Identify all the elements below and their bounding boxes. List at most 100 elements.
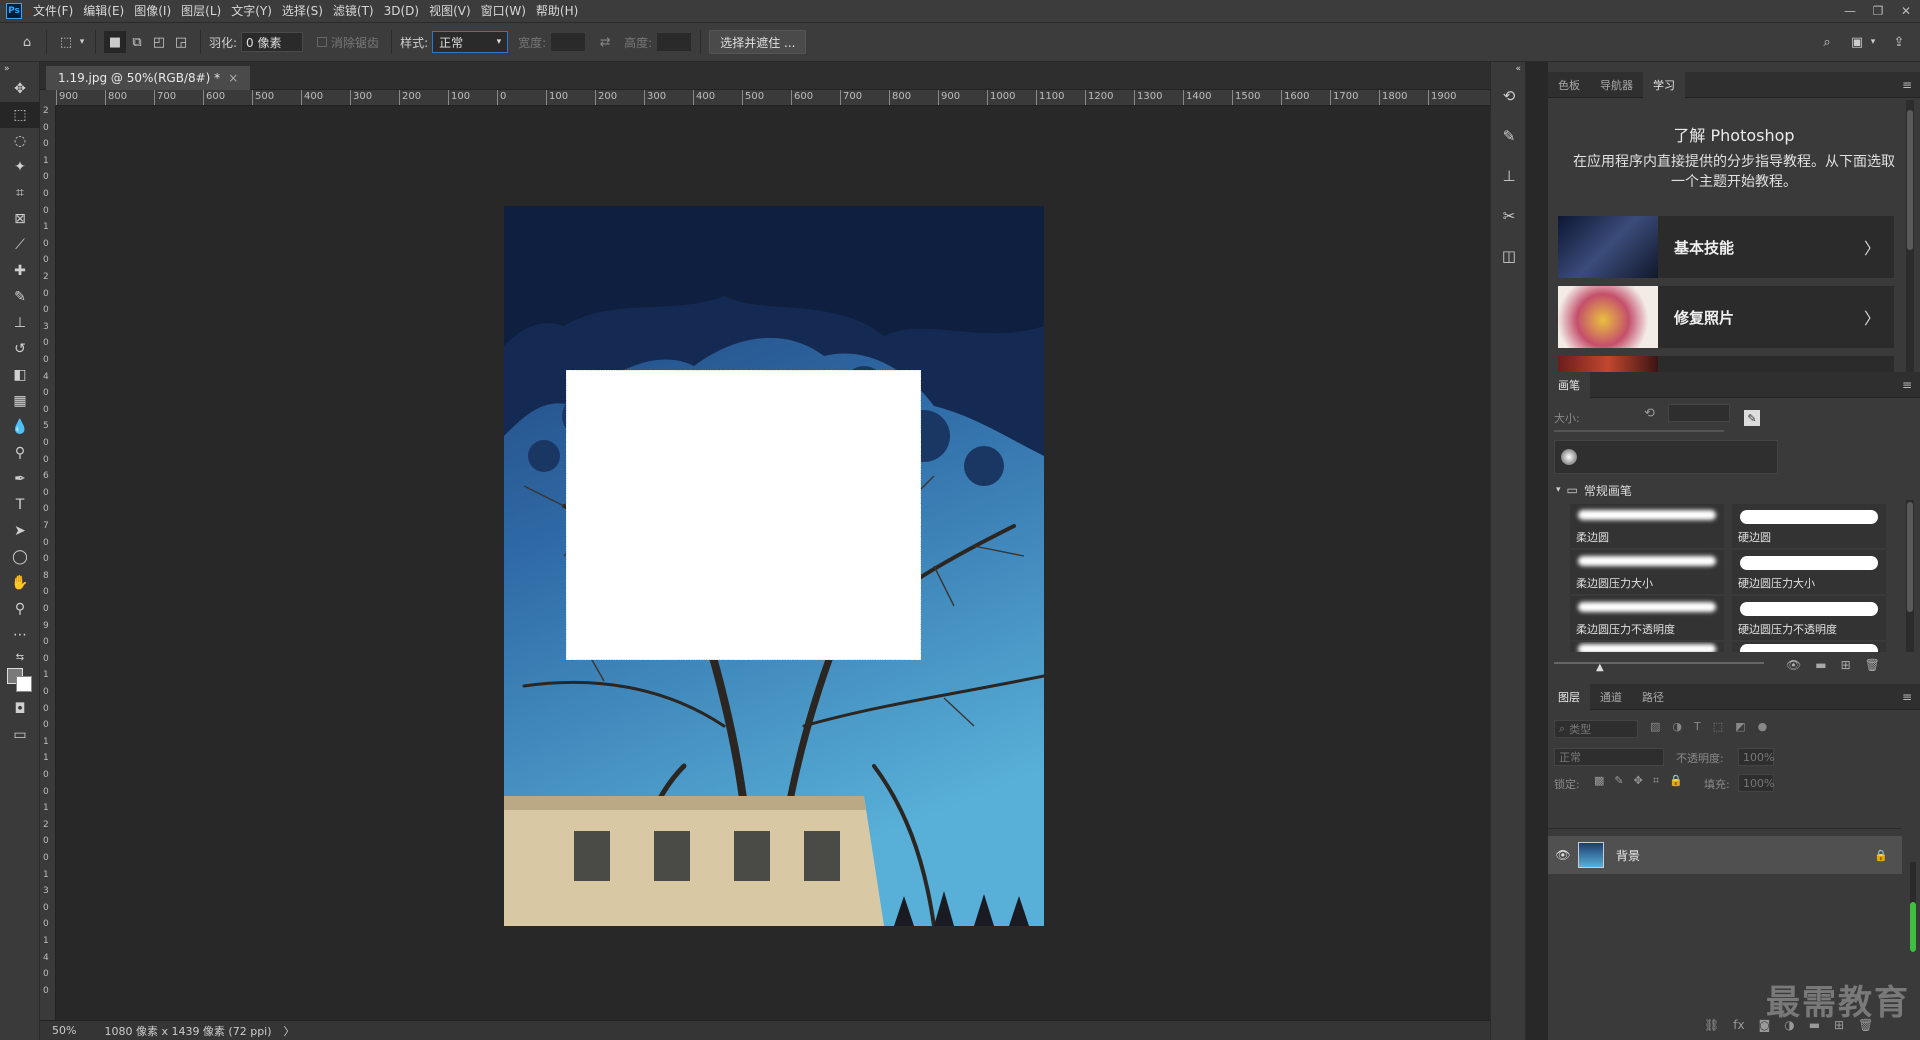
brush-preview-slider[interactable] (1554, 662, 1764, 664)
frame-tool-icon[interactable]: ⊠ (0, 206, 40, 232)
ruler-origin[interactable] (40, 90, 56, 106)
history-brush-tool-icon[interactable]: ↺ (0, 336, 40, 362)
crop-tool-icon[interactable]: ⌗ (0, 180, 40, 206)
chevron-down-icon[interactable]: ▾ (1868, 31, 1878, 53)
brush-scrollbar[interactable] (1906, 500, 1914, 652)
lock-transparent-icon[interactable]: ▩ (1594, 774, 1604, 788)
reset-size-icon[interactable]: ⟲ (1644, 406, 1655, 421)
brush-group-header[interactable]: ▾ ▭ 常规画笔 (1548, 480, 1912, 500)
healing-brush-tool-icon[interactable]: ✚ (0, 258, 40, 284)
zoom-level[interactable]: 50% (52, 1024, 76, 1037)
menu-image[interactable]: 图像(I) (129, 0, 176, 22)
color-swatches[interactable] (0, 666, 40, 696)
menu-select[interactable]: 选择(S) (277, 0, 328, 22)
brush-size-input[interactable] (1668, 404, 1730, 422)
path-selection-tool-icon[interactable]: ➤ (0, 518, 40, 544)
eraser-tool-icon[interactable]: ◧ (0, 362, 40, 388)
brush-settings-panel-icon[interactable]: ✎ (1491, 116, 1527, 156)
brush-preset[interactable]: 柔边圆压力不透明度 (1570, 596, 1724, 640)
home-icon[interactable]: ⌂ (16, 31, 38, 53)
status-menu-arrow-icon[interactable]: 〉 (284, 1023, 295, 1039)
panel-menu-icon[interactable]: ≡ (1902, 690, 1912, 704)
close-window-button[interactable]: ✕ (1892, 0, 1920, 22)
blur-tool-icon[interactable]: 💧 (0, 414, 40, 440)
eyedropper-tool-icon[interactable]: ⟋ (0, 232, 40, 258)
opacity-input[interactable]: 100% (1738, 748, 1774, 766)
selection-white-fill[interactable] (566, 370, 921, 660)
intersect-selection-icon[interactable]: ◲ (170, 31, 192, 53)
menu-type[interactable]: 文字(Y) (226, 0, 277, 22)
filter-toggle-icon[interactable]: ● (1758, 720, 1768, 733)
link-layers-icon[interactable]: ⛓ (1704, 1018, 1719, 1032)
menu-filter[interactable]: 滤镜(T) (328, 0, 379, 22)
learn-card-fix-photo[interactable]: 修复照片 〉 (1558, 286, 1894, 348)
rectangular-marquee-tool-icon[interactable]: ⬚ (0, 102, 40, 128)
brush-preset[interactable]: 硬边圆压力不透明度 (1732, 596, 1886, 640)
tab-learn[interactable]: 学习 (1643, 71, 1685, 98)
close-tab-icon[interactable]: × (228, 71, 238, 85)
history-panel-icon[interactable]: ⟲ (1491, 76, 1527, 116)
height-input[interactable] (656, 32, 693, 52)
magic-wand-tool-icon[interactable]: ✦ (0, 154, 40, 180)
brush-preset[interactable]: 柔边圆压力大小 (1570, 550, 1724, 594)
swap-colors-icon[interactable]: ⇆ (0, 648, 40, 666)
lock-all-icon[interactable]: 🔒 (1669, 774, 1683, 788)
blend-mode-select[interactable]: 正常 (1554, 748, 1664, 766)
learn-scroll-thumb[interactable] (1907, 110, 1913, 250)
brush-scroll-thumb[interactable] (1907, 502, 1913, 612)
layers-scroll-thumb[interactable] (1910, 902, 1916, 952)
filter-adjustment-icon[interactable]: ◑ (1672, 720, 1682, 733)
type-tool-icon[interactable]: T (0, 492, 40, 518)
slider-thumb-icon[interactable]: ▲ (1596, 662, 1604, 673)
brush-edit-icon[interactable]: ✎ (1744, 410, 1760, 426)
collapse-icons-icon[interactable]: « (1491, 62, 1527, 76)
horizontal-ruler[interactable]: 900 800 700 600 500 400 300 200 100 0 100 200 300 400… (56, 90, 1490, 106)
tab-brushes[interactable]: 画笔 (1548, 371, 1590, 398)
subtract-selection-icon[interactable]: ◰ (148, 31, 170, 53)
learn-card-basic-skills[interactable]: 基本技能 〉 (1558, 216, 1894, 278)
document-tab[interactable]: 1.19.jpg @ 50%(RGB/8#) * × (46, 66, 251, 90)
brush-preset[interactable] (1732, 642, 1886, 652)
minimize-button[interactable]: — (1836, 0, 1864, 22)
width-input[interactable] (550, 32, 587, 52)
tab-paths[interactable]: 路径 (1632, 684, 1674, 710)
new-selection-icon[interactable]: ■ (104, 31, 126, 53)
select-and-mask-button[interactable]: 选择并遮住 ... (709, 30, 807, 54)
fill-input[interactable]: 100% (1738, 774, 1774, 792)
share-icon[interactable]: ⇪ (1888, 31, 1910, 53)
swap-icon[interactable]: ⇄ (594, 31, 616, 53)
style-select[interactable]: 正常 ▾ (432, 31, 509, 53)
filter-pixel-icon[interactable]: ▨ (1650, 720, 1660, 733)
tab-navigator[interactable]: 导航器 (1590, 72, 1643, 98)
zoom-tool-icon[interactable]: ⚲ (0, 596, 40, 622)
clone-source-panel-icon[interactable]: ⊥ (1491, 156, 1527, 196)
collapse-toolbar-icon[interactable]: » (0, 62, 40, 76)
tool-presets-panel-icon[interactable]: ✂ (1491, 196, 1527, 236)
add-selection-icon[interactable]: ⧉ (126, 31, 148, 53)
brush-size-slider[interactable] (1554, 430, 1724, 432)
menu-window[interactable]: 窗口(W) (476, 0, 531, 22)
lock-position-icon[interactable]: ✥ (1634, 774, 1643, 788)
layer-row-background[interactable]: 👁 背景 🔒 (1548, 836, 1902, 874)
learn-card-partial[interactable] (1558, 356, 1894, 372)
quick-mask-icon[interactable]: ◘ (0, 696, 40, 722)
clone-stamp-tool-icon[interactable]: ⊥ (0, 310, 40, 336)
new-brush-icon[interactable]: ⊞ (1841, 658, 1851, 672)
ellipse-tool-icon[interactable]: ◯ (0, 544, 40, 570)
move-tool-icon[interactable]: ✥ (0, 76, 40, 102)
menu-file[interactable]: 文件(F) (28, 0, 78, 22)
brush-preset[interactable]: 硬边圆 (1732, 504, 1886, 548)
properties-panel-icon[interactable]: ◫ (1491, 236, 1527, 276)
background-color-swatch[interactable] (16, 676, 32, 692)
menu-view[interactable]: 视图(V) (424, 0, 476, 22)
filter-type-icon[interactable]: T (1694, 720, 1701, 733)
brush-preset[interactable] (1570, 642, 1724, 652)
hand-tool-icon[interactable]: ✋ (0, 570, 40, 596)
gradient-tool-icon[interactable]: ▦ (0, 388, 40, 414)
panel-menu-icon[interactable]: ≡ (1902, 78, 1912, 92)
dodge-tool-icon[interactable]: ⚲ (0, 440, 40, 466)
search-icon[interactable]: ⌕ (1816, 31, 1838, 53)
layer-filter-select[interactable]: ⌕ 类型 (1554, 720, 1638, 738)
delete-icon[interactable]: 🗑 (1865, 658, 1880, 672)
visibility-toggle-icon[interactable]: 👁 (1786, 658, 1801, 672)
